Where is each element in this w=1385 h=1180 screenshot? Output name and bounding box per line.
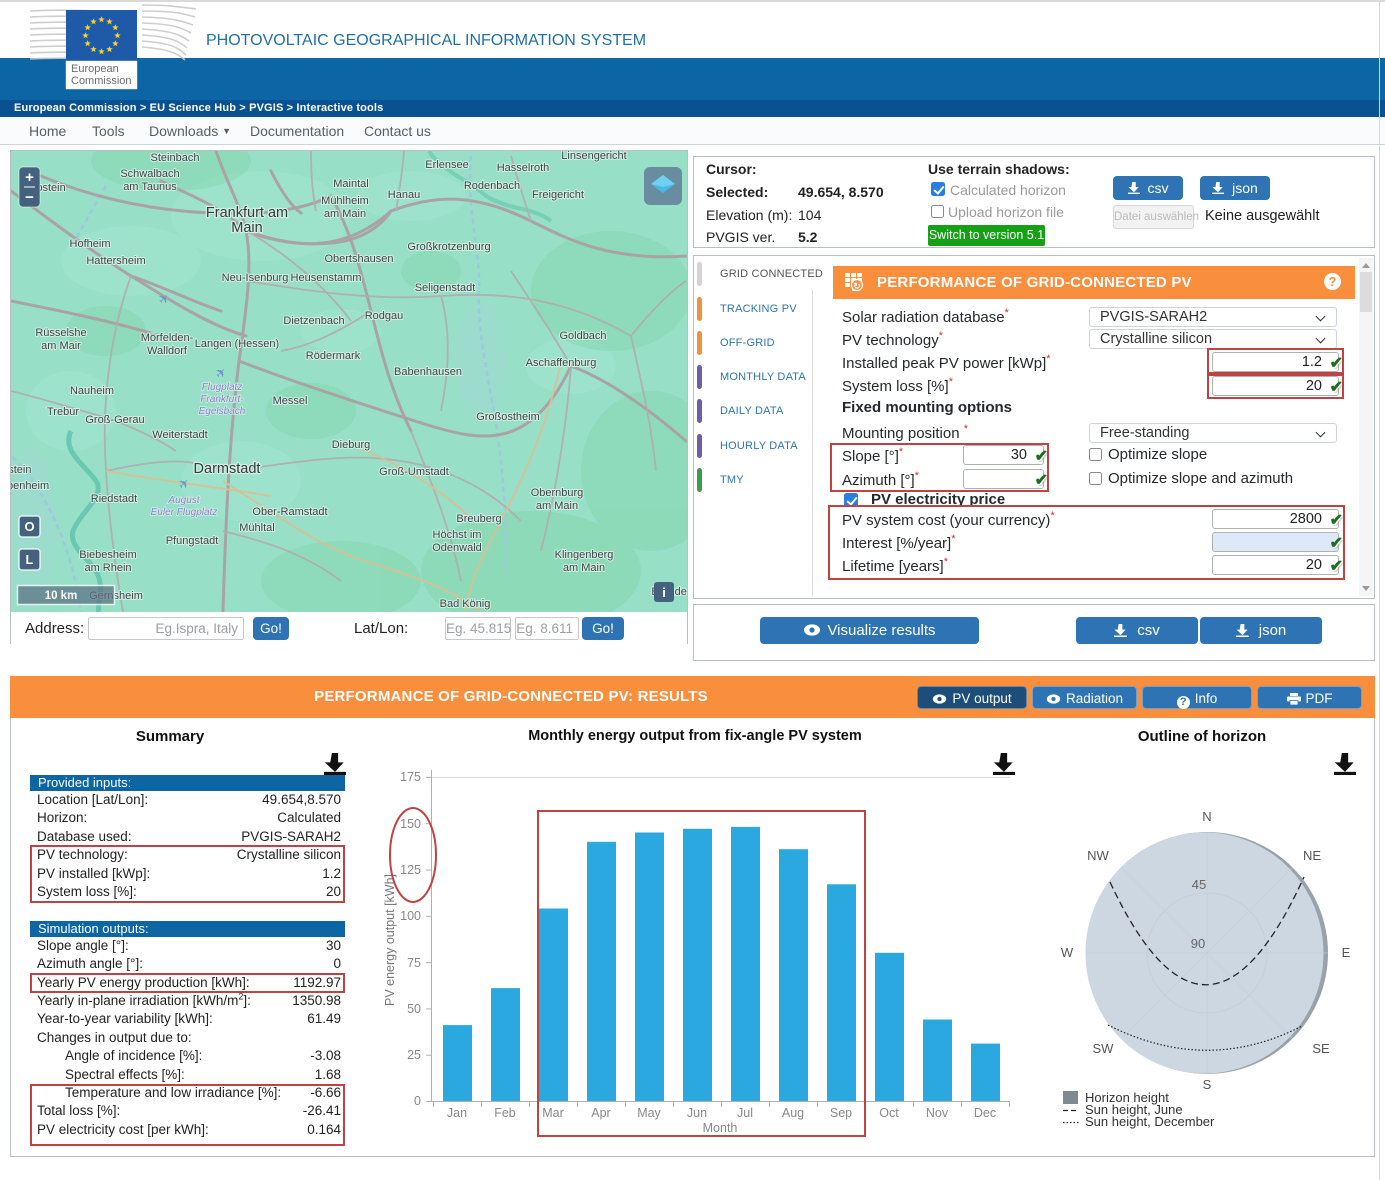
svg-text:Dec: Dec [974, 1106, 996, 1120]
svg-text:L: L [26, 552, 34, 567]
svg-text:Hasselroth: Hasselroth [497, 162, 550, 174]
svg-text:Seligenstadt: Seligenstadt [415, 282, 476, 294]
svg-text:Sun height, December: Sun height, December [1085, 1114, 1215, 1129]
svg-text:↻: ↻ [853, 281, 861, 291]
svg-text:Dietzenbach: Dietzenbach [283, 315, 344, 327]
svg-text:Flugplatz: Flugplatz [202, 382, 243, 393]
svg-text:Trebur: Trebur [47, 406, 79, 418]
svg-text:Riedstadt: Riedstadt [91, 493, 137, 505]
svg-text:am Main: am Main [563, 562, 605, 574]
svg-text:Schwalbach: Schwalbach [120, 168, 179, 180]
svg-text:Rodenbach: Rodenbach [464, 180, 520, 192]
svg-text:Goldbach: Goldbach [559, 330, 606, 342]
svg-text:Hofheim: Hofheim [70, 238, 111, 250]
svg-text:Hattersheim: Hattersheim [86, 255, 145, 267]
svg-text:Frankfurt-: Frankfurt- [200, 394, 244, 405]
svg-text:Nauheim: Nauheim [70, 385, 114, 397]
svg-text:N: N [1202, 809, 1211, 824]
svg-text:Oct: Oct [879, 1106, 899, 1120]
svg-text:Commission: Commission [71, 75, 132, 87]
svg-text:Pfungstadt: Pfungstadt [166, 535, 219, 547]
svg-text:Ober-Ramstadt: Ober-Ramstadt [252, 506, 327, 518]
svg-text:NE: NE [1303, 848, 1321, 863]
svg-text:Feb: Feb [494, 1106, 516, 1120]
svg-text:10 km: 10 km [45, 590, 78, 602]
svg-text:90: 90 [1191, 936, 1205, 951]
svg-text:Groß-Umstadt: Groß-Umstadt [379, 466, 449, 478]
svg-text:100: 100 [400, 909, 421, 923]
svg-text:Großostheim: Großostheim [476, 411, 540, 423]
svg-text:Höchst im: Höchst im [433, 529, 482, 541]
svg-text:Erlensee: Erlensee [425, 159, 468, 171]
svg-text:Maintal: Maintal [333, 178, 368, 190]
svg-text:i: i [662, 585, 666, 600]
svg-text:Frankfurt am: Frankfurt am [206, 205, 288, 221]
svg-text:O: O [24, 519, 34, 534]
svg-text:SW: SW [1093, 1041, 1115, 1056]
svg-text:Nov: Nov [926, 1106, 949, 1120]
svg-text:0: 0 [414, 1094, 421, 1108]
svg-text:Freigericht: Freigericht [532, 189, 584, 201]
svg-text:ppenheim: ppenheim [11, 480, 49, 492]
svg-text:25: 25 [407, 1048, 421, 1062]
svg-text:rstein: rstein [11, 464, 31, 476]
svg-text:75: 75 [407, 956, 421, 970]
svg-text:European: European [71, 63, 119, 75]
svg-text:Rodgau: Rodgau [365, 310, 404, 322]
svg-text:Breuberg: Breuberg [456, 513, 501, 525]
svg-text:Dieburg: Dieburg [332, 439, 371, 451]
svg-text:Aschaffenburg: Aschaffenburg [526, 357, 597, 369]
svg-text:am Mair: am Mair [41, 340, 81, 352]
svg-text:Jan: Jan [447, 1106, 467, 1120]
svg-text:+: + [25, 169, 34, 186]
svg-text:am Main: am Main [324, 208, 366, 220]
svg-text:Heusenstamm: Heusenstamm [291, 272, 362, 284]
svg-text:Großkrotzenburg: Großkrotzenburg [407, 241, 490, 253]
svg-text:Rüsselshe: Rüsselshe [35, 327, 86, 339]
svg-text:Obernburg: Obernburg [531, 487, 584, 499]
svg-text:W: W [1061, 945, 1074, 960]
svg-text:Messel: Messel [273, 395, 308, 407]
svg-text:Weiterstadt: Weiterstadt [152, 429, 207, 441]
svg-text:Obertshausen: Obertshausen [324, 253, 393, 265]
svg-text:Euler Flugplatz: Euler Flugplatz [151, 507, 218, 518]
svg-text:am Rhein: am Rhein [84, 562, 131, 574]
svg-text:Hanau: Hanau [388, 189, 420, 201]
svg-text:175: 175 [400, 770, 421, 784]
svg-text:Neu-Isenburg: Neu-Isenburg [222, 272, 289, 284]
svg-text:Linsengericht: Linsengericht [561, 151, 626, 162]
svg-text:−: − [25, 189, 34, 206]
svg-text:Babenhausen: Babenhausen [394, 366, 462, 378]
svg-text:Walldorf: Walldorf [147, 345, 188, 357]
svg-text:45: 45 [1192, 877, 1206, 892]
svg-text:Langen (Hessen): Langen (Hessen) [195, 338, 279, 350]
svg-text:Egelsbach: Egelsbach [199, 406, 246, 417]
svg-text:Groß-Gerau: Groß-Gerau [85, 414, 144, 426]
svg-text:Odenwald: Odenwald [432, 542, 482, 554]
svg-text:Mühltal: Mühltal [239, 522, 274, 534]
svg-text:Klingenberg: Klingenberg [555, 549, 614, 561]
svg-text:S: S [1203, 1077, 1212, 1092]
svg-text:August: August [167, 495, 200, 506]
svg-text:Rödermark: Rödermark [306, 350, 361, 362]
svg-text:SE: SE [1312, 1041, 1330, 1056]
svg-text:Main: Main [231, 220, 262, 236]
svg-text:Biebesheim: Biebesheim [79, 549, 136, 561]
svg-text:50: 50 [407, 1002, 421, 1016]
svg-text:am Main: am Main [536, 500, 578, 512]
svg-text:Mühlheim: Mühlheim [321, 195, 369, 207]
svg-text:Bad König: Bad König [440, 598, 491, 610]
svg-text:Mörfelden-: Mörfelden- [141, 332, 194, 344]
svg-text:am Taunus: am Taunus [123, 181, 177, 193]
svg-text:Steinbach: Steinbach [151, 152, 200, 164]
svg-text:NW: NW [1087, 848, 1109, 863]
svg-text:Darmstadt: Darmstadt [194, 461, 261, 477]
svg-text:E: E [1342, 945, 1351, 960]
